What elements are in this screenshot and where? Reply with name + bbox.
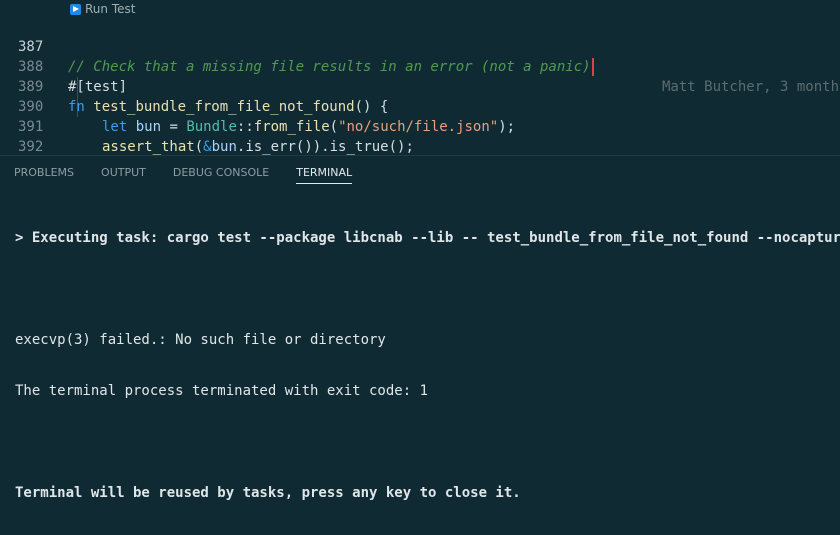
tab-output[interactable]: OUTPUT — [87, 156, 159, 190]
code-editor[interactable]: Run Test 387 // Check that a missing fil… — [0, 0, 840, 175]
terminal-task-line: > Executing task: cargo test --package l… — [15, 230, 840, 246]
code-line-389[interactable]: 389 fn test_bundle_from_file_not_found()… — [0, 57, 840, 115]
terminal-reuse-line: Terminal will be reused by tasks, press … — [15, 485, 521, 501]
code-line-390[interactable]: 390 let bun = Bundle::from_file("no/such… — [0, 77, 840, 135]
code-line-388[interactable]: 388 #[test] — [0, 37, 840, 95]
run-test-label: Run Test — [85, 2, 136, 16]
code-line-393[interactable]: 393 — [0, 137, 840, 175]
code-line-391[interactable]: 391 assert_that(&bun.is_err()).is_true()… — [0, 97, 840, 155]
run-test-codelens[interactable]: Run Test — [70, 1, 135, 17]
tab-debug-console[interactable]: DEBUG CONSOLE — [159, 156, 282, 190]
terminal-output[interactable]: > Executing task: cargo test --package l… — [15, 197, 840, 535]
code-line-392[interactable]: 392 } — [0, 117, 840, 175]
tab-terminal[interactable]: TERMINAL — [282, 156, 365, 190]
code-line-387[interactable]: 387 // Check that a missing file results… — [0, 17, 840, 95]
terminal-exit-line: The terminal process terminated with exi… — [15, 383, 429, 399]
bottom-panel: PROBLEMS OUTPUT DEBUG CONSOLE TERMINAL >… — [0, 155, 840, 501]
panel-tabs: PROBLEMS OUTPUT DEBUG CONSOLE TERMINAL — [0, 156, 365, 190]
run-icon — [70, 3, 81, 15]
tab-problems[interactable]: PROBLEMS — [0, 156, 87, 190]
